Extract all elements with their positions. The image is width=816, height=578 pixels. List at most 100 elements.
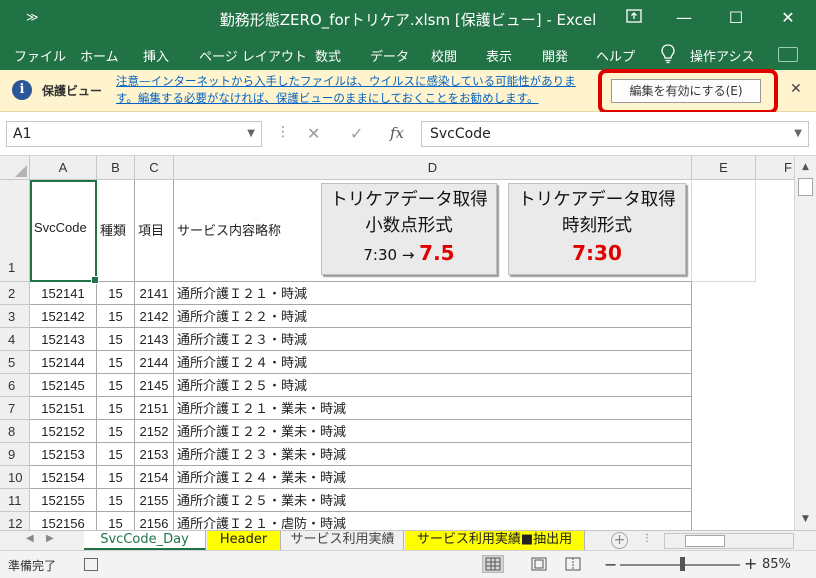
tab-developer[interactable]: 開発 (542, 46, 568, 65)
cell-item[interactable]: 2145 (135, 374, 174, 397)
normal-view-icon[interactable] (482, 555, 504, 573)
column-header-f[interactable]: F (756, 156, 794, 180)
cell-type[interactable]: 15 (97, 420, 135, 443)
cell-service-name[interactable]: 通所介護Ｉ２１・虐防・時減 (174, 512, 692, 530)
zoom-slider-handle[interactable] (680, 557, 685, 571)
column-header-b[interactable]: B (97, 156, 135, 180)
row-header[interactable]: 4 (0, 328, 30, 351)
tab-view[interactable]: 表示 (486, 46, 512, 65)
cell-item[interactable]: 2156 (135, 512, 174, 530)
cell-svccode[interactable]: 152155 (30, 489, 97, 512)
cell-item[interactable]: 2155 (135, 489, 174, 512)
cell-svccode[interactable]: 152145 (30, 374, 97, 397)
row-header[interactable]: 8 (0, 420, 30, 443)
zoom-out-icon[interactable]: − (604, 555, 617, 574)
tab-help[interactable]: ヘルプ (596, 46, 635, 65)
enter-check-icon[interactable]: ✓ (350, 124, 363, 143)
tab-formulas[interactable]: 数式 (315, 46, 341, 65)
close-window-button[interactable]: ✕ (766, 4, 810, 32)
cell-item[interactable]: 2154 (135, 466, 174, 489)
column-header-e[interactable]: E (692, 156, 756, 180)
maximize-button[interactable]: ☐ (714, 4, 758, 32)
cell-service-name[interactable]: 通所介護Ｉ２１・業未・時減 (174, 397, 692, 420)
cancel-icon[interactable]: ✕ (307, 124, 320, 143)
cell-item[interactable]: 2142 (135, 305, 174, 328)
cell-type[interactable]: 15 (97, 443, 135, 466)
cell-service-name[interactable]: 通所介護Ｉ２３・業未・時減 (174, 443, 692, 466)
cell-type[interactable]: 15 (97, 351, 135, 374)
horizontal-scrollbar[interactable] (664, 533, 794, 549)
select-all-corner[interactable] (0, 156, 30, 180)
row-header[interactable]: 7 (0, 397, 30, 420)
cell-service-name[interactable]: 通所介護Ｉ２５・業未・時減 (174, 489, 692, 512)
add-sheet-icon[interactable]: + (611, 532, 628, 549)
time-format-button[interactable]: トリケアデータ取得 時刻形式 7:30 (508, 183, 686, 275)
cell-svccode[interactable]: 152153 (30, 443, 97, 466)
cell-c1[interactable]: 項目 (135, 180, 174, 282)
cell-service-name[interactable]: 通所介護Ｉ２２・業未・時減 (174, 420, 692, 443)
formula-input[interactable]: SvcCode ▼ (421, 121, 809, 147)
insert-function-icon[interactable]: fx (390, 124, 404, 142)
enable-editing-button[interactable]: 編集を有効にする(E) (611, 79, 761, 103)
prev-sheet-icon[interactable]: ◀ (26, 533, 34, 544)
cell-svccode[interactable]: 152154 (30, 466, 97, 489)
tab-insert[interactable]: 挿入 (143, 46, 169, 65)
cell-type[interactable]: 15 (97, 466, 135, 489)
row-header[interactable]: 6 (0, 374, 30, 397)
comments-icon[interactable] (778, 47, 798, 62)
cell-item[interactable]: 2151 (135, 397, 174, 420)
cell-svccode[interactable]: 152142 (30, 305, 97, 328)
cell-item[interactable]: 2143 (135, 328, 174, 351)
cell-item[interactable]: 2152 (135, 420, 174, 443)
cell-e1[interactable] (692, 180, 756, 282)
cell-type[interactable]: 15 (97, 282, 135, 305)
vertical-scrollbar[interactable]: ▲ ▼ (794, 156, 816, 530)
row-header[interactable]: 9 (0, 443, 30, 466)
cell-svccode[interactable]: 152152 (30, 420, 97, 443)
row-header[interactable]: 2 (0, 282, 30, 305)
tab-data[interactable]: データ (370, 46, 409, 65)
close-icon[interactable]: ✕ (790, 81, 802, 97)
protected-view-message[interactable]: 注意—インターネットから入手したファイルは、ウイルスに感染している可能性がありま… (116, 73, 596, 107)
column-header-c[interactable]: C (135, 156, 174, 180)
cell-svccode[interactable]: 152144 (30, 351, 97, 374)
cell-type[interactable]: 15 (97, 305, 135, 328)
cell-item[interactable]: 2153 (135, 443, 174, 466)
cell-item[interactable]: 2141 (135, 282, 174, 305)
sheet-tab-service-usage-extract[interactable]: サービス利用実績■抽出用 (405, 531, 585, 550)
tab-file[interactable]: ファイル (14, 46, 66, 65)
column-header-a[interactable]: A (30, 156, 97, 180)
zoom-level[interactable]: 85% (762, 557, 791, 572)
sheet-tab-service-usage[interactable]: サービス利用実績 (282, 531, 404, 550)
page-layout-view-icon[interactable] (528, 555, 550, 573)
tell-me-search[interactable]: 操作アシス (690, 46, 754, 65)
row-header[interactable]: 12 (0, 512, 30, 530)
zoom-in-icon[interactable]: + (744, 554, 757, 573)
macro-record-icon[interactable] (84, 558, 98, 571)
cell-svccode[interactable]: 152141 (30, 282, 97, 305)
chevron-down-icon[interactable]: ▼ (247, 122, 255, 146)
cell-type[interactable]: 15 (97, 397, 135, 420)
cell-svccode[interactable]: 152143 (30, 328, 97, 351)
cell-service-name[interactable]: 通所介護Ｉ２４・業未・時減 (174, 466, 692, 489)
expand-formula-icon[interactable]: ▼ (794, 122, 802, 146)
column-header-d[interactable]: D (174, 156, 692, 180)
cell-b1[interactable]: 種類 (97, 180, 135, 282)
more-options-icon[interactable]: ⋮ (276, 124, 290, 140)
scroll-thumb[interactable] (798, 178, 813, 196)
cell-service-name[interactable]: 通所介護Ｉ２５・時減 (174, 374, 692, 397)
row-header[interactable]: 10 (0, 466, 30, 489)
cell-type[interactable]: 15 (97, 489, 135, 512)
row-header[interactable]: 5 (0, 351, 30, 374)
horizontal-scroll-thumb[interactable] (685, 535, 725, 547)
cell-service-name[interactable]: 通所介護Ｉ２３・時減 (174, 328, 692, 351)
scroll-down-icon[interactable]: ▼ (795, 510, 816, 528)
page-break-view-icon[interactable] (562, 555, 584, 573)
cell-item[interactable]: 2144 (135, 351, 174, 374)
cell-service-name[interactable]: 通所介護Ｉ２４・時減 (174, 351, 692, 374)
cell-service-name[interactable]: 通所介護Ｉ２１・時減 (174, 282, 692, 305)
more-sheets-icon[interactable]: ⋮ (642, 533, 652, 544)
ribbon-display-options-icon[interactable] (612, 4, 656, 32)
sheet-tab-svccode-day[interactable]: SvcCode_Day (84, 531, 206, 550)
tab-review[interactable]: 校閲 (431, 46, 457, 65)
